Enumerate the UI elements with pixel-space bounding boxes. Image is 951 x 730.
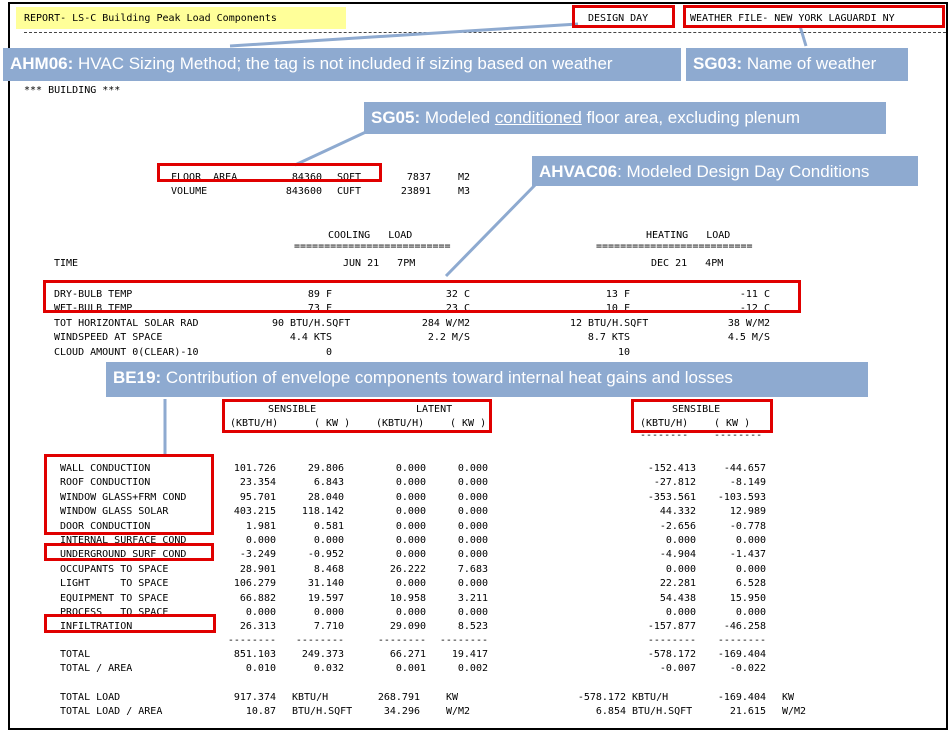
callout-ahvac06-tag: AHVAC06 xyxy=(539,162,618,181)
design-conditions-box xyxy=(43,280,801,313)
callout-sg05-underlined: conditioned xyxy=(494,108,582,127)
sg03-leader xyxy=(798,25,808,47)
callout-ahm06-text: HVAC Sizing Method; the tag is not inclu… xyxy=(73,54,613,73)
cooling-columns-box xyxy=(222,399,492,433)
callout-sg03-text: Name of weather xyxy=(742,54,877,73)
callout-sg05-post: floor area, excluding plenum xyxy=(581,108,801,127)
callout-ahvac06-text: : Modeled Design Day Conditions xyxy=(617,162,870,181)
callout-sg05-tag: SG05: xyxy=(371,108,421,127)
callout-be19-tag: BE19: xyxy=(113,368,162,387)
sg05-leader xyxy=(294,129,369,167)
callout-ahm06-tag: AHM06: xyxy=(10,54,74,73)
callout-ahm06: AHM06: HVAC Sizing Method; the tag is no… xyxy=(3,48,681,81)
callout-sg05-pre: Modeled xyxy=(420,108,495,127)
infiltration-box xyxy=(44,614,216,633)
underground-surf-box xyxy=(44,543,214,561)
callout-ahvac06: AHVAC06: Modeled Design Day Conditions xyxy=(532,156,918,186)
callout-sg03: SG03: Name of weather xyxy=(686,48,908,81)
design-day-box xyxy=(572,5,675,28)
callout-sg03-tag: SG03: xyxy=(693,54,743,73)
callout-be19: BE19: Contribution of envelope component… xyxy=(106,362,868,397)
weather-file-box xyxy=(683,5,945,28)
ahm06-leader xyxy=(229,22,579,48)
heating-columns-box xyxy=(631,399,773,433)
callout-sg05: SG05: Modeled conditioned floor area, ex… xyxy=(364,102,886,134)
ahvac06-leader xyxy=(444,180,540,278)
callout-be19-text: Contribution of envelope components towa… xyxy=(161,368,733,387)
floor-area-box xyxy=(157,163,382,182)
envelope-components-box xyxy=(44,454,214,535)
